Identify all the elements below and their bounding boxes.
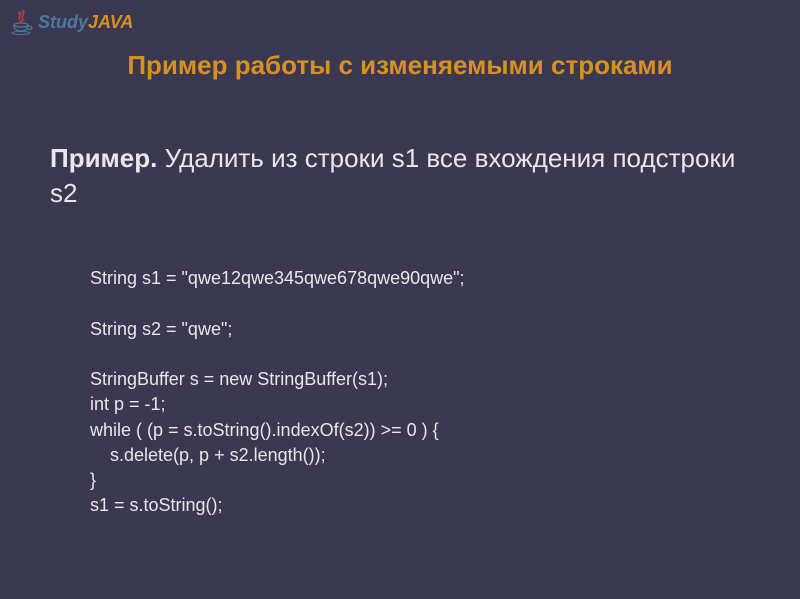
logo-java-text: JAVA bbox=[88, 12, 133, 32]
code-line: String s2 = "qwe"; bbox=[90, 319, 232, 339]
code-block: String s1 = "qwe12qwe345qwe678qwe90qwe";… bbox=[0, 211, 800, 518]
java-cup-icon bbox=[10, 8, 34, 36]
code-line: s.delete(p, p + s2.length()); bbox=[90, 445, 326, 465]
code-line: String s1 = "qwe12qwe345qwe678qwe90qwe"; bbox=[90, 268, 465, 288]
logo-text: StudyJAVA bbox=[38, 12, 133, 33]
logo: StudyJAVA bbox=[10, 8, 133, 36]
code-line: } bbox=[90, 470, 96, 490]
code-line: StringBuffer s = new StringBuffer(s1); bbox=[90, 369, 388, 389]
logo-study-text: Study bbox=[38, 12, 88, 32]
description-bold: Пример. bbox=[50, 143, 157, 173]
slide-description: Пример. Удалить из строки s1 все вхожден… bbox=[0, 81, 800, 211]
code-line: int p = -1; bbox=[90, 394, 166, 414]
code-line: while ( (p = s.toString().indexOf(s2)) >… bbox=[90, 420, 439, 440]
code-line: s1 = s.toString(); bbox=[90, 495, 223, 515]
